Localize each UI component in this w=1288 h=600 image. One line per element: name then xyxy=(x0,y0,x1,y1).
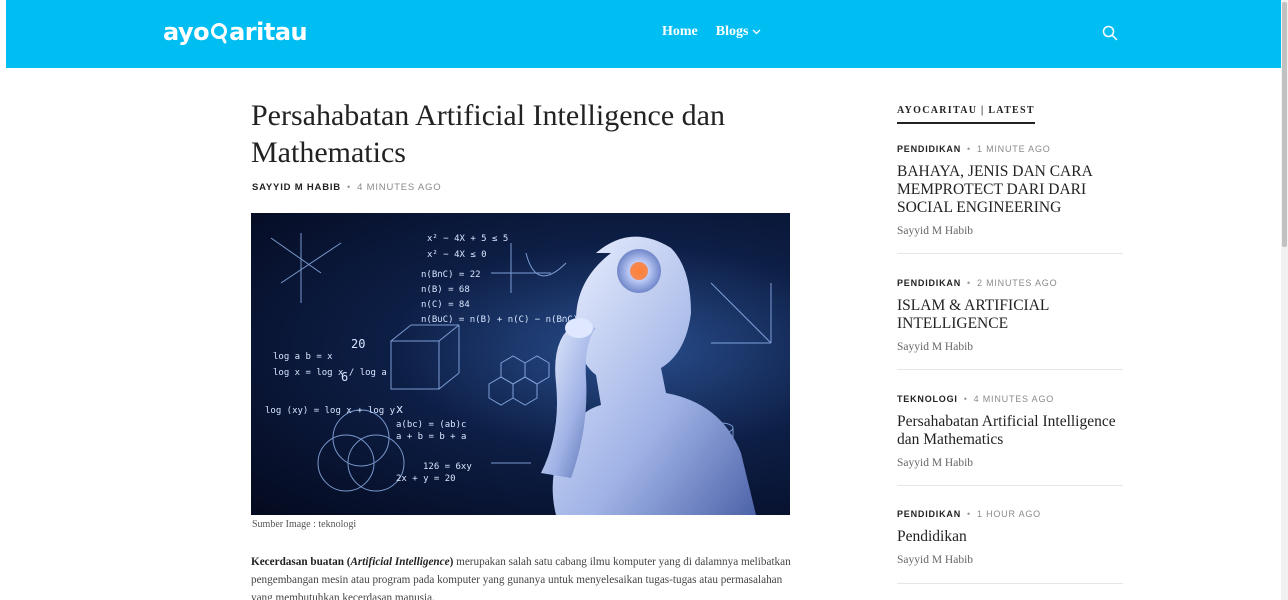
sidebar-post-meta: TEKNOLOGI • 4 MINUTES AGO xyxy=(897,394,1123,404)
scrollbar-thumb[interactable] xyxy=(1282,2,1287,247)
nav-home[interactable]: Home xyxy=(662,24,698,40)
sidebar-post-title[interactable]: BAHAYA, JENIS DAN CARA MEMPROTECT DARI D… xyxy=(897,163,1123,217)
hero-math-2: x² − 4X ≤ 0 xyxy=(427,250,487,260)
hero-math-11: a + b = b + a xyxy=(396,432,466,442)
nav-home-label: Home xyxy=(662,24,698,39)
sidebar-post-author[interactable]: Sayyid M Habib xyxy=(897,457,1123,469)
page-scrollbar[interactable] xyxy=(1281,0,1288,600)
sidebar-post: TEKNOLOGI • 4 MINUTES AGO Persahabatan A… xyxy=(897,394,1123,469)
search-icon[interactable] xyxy=(1102,25,1118,41)
sidebar-post: PENDIDIKAN • 1 HOUR AGO Pendidikan Sayyi… xyxy=(897,509,1123,566)
chevron-down-icon xyxy=(752,24,761,40)
sidebar-post: PENDIDIKAN • 2 MINUTES AGO ISLAM & ARTIF… xyxy=(897,278,1123,353)
image-caption: Sumber Image : teknologi xyxy=(252,519,357,530)
meta-separator: • xyxy=(967,278,971,288)
logo-text-right: aritau xyxy=(229,18,308,46)
article-author[interactable]: SAYYID M HABIB xyxy=(252,182,341,193)
body-bold-italic: Artificial Intelligence xyxy=(350,556,450,568)
sidebar-post-meta: PENDIDIKAN • 1 HOUR AGO xyxy=(897,509,1123,519)
body-bold-prefix: Kecerdasan buatan ( xyxy=(251,556,351,568)
hero-math-8: log x = log x / log a xyxy=(273,368,387,378)
sidebar-post-category[interactable]: PENDIDIKAN xyxy=(897,509,961,519)
robot-figure xyxy=(541,236,756,515)
site-logo[interactable]: ayo aritau xyxy=(163,15,308,49)
article-hero-image: x² − 4X + 5 ≤ 5 x² − 4X ≤ 0 n(B∩C) = 22 … xyxy=(251,213,790,515)
sidebar-post-author[interactable]: Sayyid M Habib xyxy=(897,554,1123,566)
sidebar-divider xyxy=(897,583,1123,584)
hero-math-12: 126 = 6xy xyxy=(423,462,472,472)
sidebar-post-category[interactable]: TEKNOLOGI xyxy=(897,394,958,404)
hero-math-9: log (xy) = log x + log y xyxy=(265,406,396,416)
site-header: ayo aritau Home Blogs xyxy=(6,0,1281,68)
meta-separator: • xyxy=(967,144,971,154)
hero-math-4: n(B) = 68 xyxy=(421,285,470,295)
sidebar-post-author[interactable]: Sayyid M Habib xyxy=(897,225,1123,237)
hero-math-3: n(B∩C) = 22 xyxy=(421,270,481,280)
sidebar-post-author[interactable]: Sayyid M Habib xyxy=(897,341,1123,353)
logo-text-left: ayo xyxy=(163,18,210,46)
meta-separator: • xyxy=(346,182,352,193)
meta-separator: • xyxy=(963,394,968,404)
sidebar-post-category[interactable]: PENDIDIKAN xyxy=(897,278,961,288)
nav-blogs[interactable]: Blogs xyxy=(716,24,762,40)
sidebar-post: PENDIDIKAN • 1 MINUTE AGO BAHAYA, JENIS … xyxy=(897,144,1123,237)
nav-blogs-label: Blogs xyxy=(715,24,749,39)
hero-math-16: x xyxy=(396,402,403,416)
hero-math-1: x² − 4X + 5 ≤ 5 xyxy=(427,234,508,244)
article-meta: SAYYID M HABIB • 4 MINUTES AGO xyxy=(252,182,441,193)
hero-math-15: 6 xyxy=(341,370,348,384)
hero-math-14: 20 xyxy=(351,337,365,351)
sidebar-post-meta: PENDIDIKAN • 2 MINUTES AGO xyxy=(897,278,1123,288)
hero-math-7: log a b = x xyxy=(273,352,333,362)
article-title: Persahabatan Artificial Intelligence dan… xyxy=(251,99,725,169)
hero-math-6: n(B∪C) = n(B) + n(C) − n(B∩C) xyxy=(421,315,578,325)
main-nav: Home Blogs xyxy=(662,24,761,40)
sidebar-divider xyxy=(897,369,1123,370)
hero-math-13: 2x + y = 20 xyxy=(396,474,456,484)
sidebar-post-time: 4 MINUTES AGO xyxy=(973,394,1055,404)
meta-separator: • xyxy=(967,509,971,519)
sidebar-post-time: 1 HOUR AGO xyxy=(976,509,1041,519)
sidebar-post-title[interactable]: Pendidikan xyxy=(897,528,1123,546)
sidebar-post-meta: PENDIDIKAN • 1 MINUTE AGO xyxy=(897,144,1123,154)
sidebar-heading: AYOCARITAU | LATEST xyxy=(897,105,1035,124)
hero-math-10: a(bc) = (ab)c xyxy=(396,420,466,430)
sidebar-divider xyxy=(897,485,1123,486)
sidebar-post-title[interactable]: ISLAM & ARTIFICIAL INTELLIGENCE xyxy=(897,297,1123,333)
hero-math-5: n(C) = 84 xyxy=(421,300,470,310)
sidebar-post-time: 1 MINUTE AGO xyxy=(976,144,1051,154)
article-time: 4 MINUTES AGO xyxy=(357,182,442,193)
sidebar-post-time: 2 MINUTES AGO xyxy=(976,278,1058,288)
article-body: Kecerdasan buatan (Artificial Intelligen… xyxy=(251,553,791,600)
magnifier-logo-icon xyxy=(210,22,228,44)
sidebar-divider xyxy=(897,253,1123,254)
sidebar-post-title[interactable]: Persahabatan Artificial Intelligence dan… xyxy=(897,413,1123,449)
sidebar-post-category[interactable]: PENDIDIKAN xyxy=(897,144,961,154)
